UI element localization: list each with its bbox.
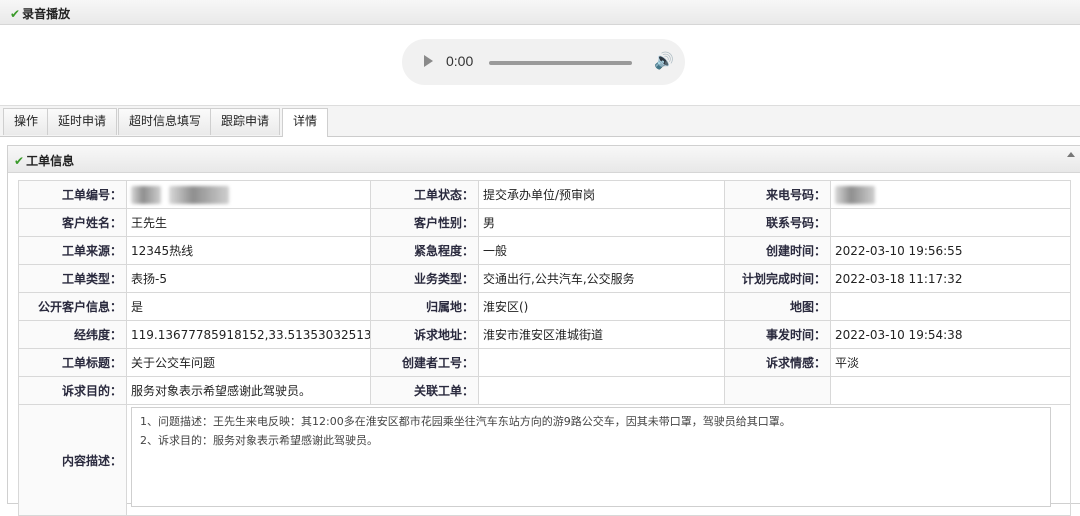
tab-delay-request[interactable]: 延时申请	[47, 108, 118, 135]
field-value	[478, 348, 725, 377]
field-value: 平淡	[830, 348, 1071, 377]
recording-title: 录音播放	[22, 7, 71, 21]
panel-title-wrap: ✔ 工单信息	[14, 152, 74, 169]
field-value	[830, 180, 1071, 209]
field-label: 客户性别：	[370, 208, 479, 237]
field-label: 联系号码：	[724, 208, 831, 237]
field-value: 一般	[478, 236, 725, 265]
check-icon: ✔	[10, 7, 21, 21]
field-label: 事发时间：	[724, 320, 831, 349]
field-label: 紧急程度：	[370, 236, 479, 265]
field-label: 诉求情感：	[724, 348, 831, 377]
table-row: 诉求目的： 服务对象表示希望感谢此驾驶员。 关联工单：	[18, 376, 1071, 405]
field-value	[830, 376, 1071, 405]
field-value: 淮安市淮安区淮城街道	[478, 320, 725, 349]
table-row: 工单编号： 工单状态： 提交承办单位/预审岗 来电号码：	[18, 180, 1071, 209]
field-value: 表扬-5	[126, 264, 371, 293]
table-row: 工单来源： 12345热线 紧急程度： 一般 创建时间： 2022-03-10 19:56…	[18, 236, 1071, 265]
table-row: 工单类型： 表扬-5 业务类型： 交通出行,公共汽车,公交服务 计划完成时间： 2022-…	[18, 264, 1071, 293]
field-label: 工单标题：	[18, 348, 127, 377]
field-label: 业务类型：	[370, 264, 479, 293]
audio-time: 0:00	[446, 53, 474, 69]
field-value: 2022-03-18 11:17:32	[830, 264, 1071, 293]
field-label: 经纬度：	[18, 320, 127, 349]
field-value: 王先生	[126, 208, 371, 237]
panel-title: 工单信息	[26, 154, 75, 168]
field-value: 119.13677785918152,33.51353032513986	[126, 320, 371, 349]
collapse-icon[interactable]	[1067, 152, 1075, 157]
audio-progress-track[interactable]	[489, 61, 632, 65]
field-value: 男	[478, 208, 725, 237]
content-line-1: 1、问题描述：王先生来电反映：其12:00多在淮安区都市花园乘坐往汽车东站方向的…	[140, 415, 791, 428]
tab-operate[interactable]: 操作	[3, 108, 50, 135]
field-value: 是	[126, 292, 371, 321]
field-label: 地图：	[724, 292, 831, 321]
field-value: 2022-03-10 19:56:55	[830, 236, 1071, 265]
recording-title-wrap: ✔ 录音播放	[10, 5, 70, 22]
field-label: 诉求地址：	[370, 320, 479, 349]
field-label: 创建时间：	[724, 236, 831, 265]
table-row: 工单标题： 关于公交车问题 创建者工号： 诉求情感： 平淡	[18, 348, 1071, 377]
redacted-blur	[169, 185, 229, 204]
table-row: 公开客户信息：是归属地： 淮安区() 地图：	[18, 292, 1071, 321]
field-label: 归属地：	[370, 292, 479, 321]
field-label: 来电号码：	[724, 180, 831, 209]
field-value: 提交承办单位/预审岗	[478, 180, 725, 209]
content-cell: 1、问题描述：王先生来电反映：其12:00多在淮安区都市花园乘坐往汽车东站方向的…	[126, 404, 1071, 516]
field-label: 工单类型：	[18, 264, 127, 293]
tab-bar: 操作 延时申请 超时信息填写 跟踪申请 详情	[0, 106, 1080, 137]
field-value: 关于公交车问题	[126, 348, 371, 377]
content-label: 内容描述：	[18, 404, 127, 516]
field-label	[724, 376, 831, 405]
volume-icon[interactable]: 🔊	[654, 51, 674, 70]
content-textarea[interactable]: 1、问题描述：王先生来电反映：其12:00多在淮安区都市花园乘坐往汽车东站方向的…	[131, 407, 1051, 507]
field-label: 关联工单：	[370, 376, 479, 405]
content-row: 内容描述： 1、问题描述：王先生来电反映：其12:00多在淮安区都市花园乘坐往汽车…	[18, 404, 1071, 516]
audio-area: 0:00 🔊	[0, 25, 1080, 106]
content-line-2: 2、诉求目的：服务对象表示希望感谢此驾驶员。	[140, 434, 378, 447]
field-value	[830, 292, 1071, 321]
field-value: 服务对象表示希望感谢此驾驶员。	[126, 376, 371, 405]
field-value	[478, 376, 725, 405]
field-label: 工单状态：	[370, 180, 479, 209]
field-label: 诉求目的：	[18, 376, 127, 405]
ticket-info-panel: ✔ 工单信息 工单编号： 工单状态： 提交承办单位/预审岗 来电号码： 客户姓名： 王先生客…	[7, 145, 1080, 516]
field-value: 2022-03-10 19:54:38	[830, 320, 1071, 349]
redacted-blur	[131, 185, 161, 204]
field-value	[830, 208, 1071, 237]
field-value: 淮安区()	[478, 292, 725, 321]
audio-player[interactable]: 0:00 🔊	[402, 39, 685, 85]
tab-timeout-info[interactable]: 超时信息填写	[118, 108, 213, 135]
field-value	[126, 180, 371, 209]
play-icon[interactable]	[424, 55, 433, 67]
tab-track-request[interactable]: 跟踪申请	[210, 108, 281, 135]
ticket-info-table: 工单编号： 工单状态： 提交承办单位/预审岗 来电号码： 客户姓名： 王先生 客户性别：男联…	[18, 180, 1071, 516]
check-icon: ✔	[14, 154, 25, 168]
field-label: 工单来源：	[18, 236, 127, 265]
field-label: 创建者工号：	[370, 348, 479, 377]
redacted-blur	[835, 185, 875, 204]
field-value: 12345热线	[126, 236, 371, 265]
recording-header: ✔ 录音播放	[0, 0, 1080, 25]
tab-details[interactable]: 详情	[282, 108, 329, 137]
table-row: 经纬度： 119.13677785918152,33.51353032513986…	[18, 320, 1071, 349]
field-label: 客户姓名：	[18, 208, 127, 237]
panel-header: ✔ 工单信息	[8, 146, 1080, 173]
field-label: 计划完成时间：	[724, 264, 831, 293]
field-label: 工单编号：	[18, 180, 127, 209]
field-label: 公开客户信息：	[18, 292, 127, 321]
field-value: 交通出行,公共汽车,公交服务	[478, 264, 725, 293]
table-row: 客户姓名： 王先生 客户性别：男联系号码：	[18, 208, 1071, 237]
